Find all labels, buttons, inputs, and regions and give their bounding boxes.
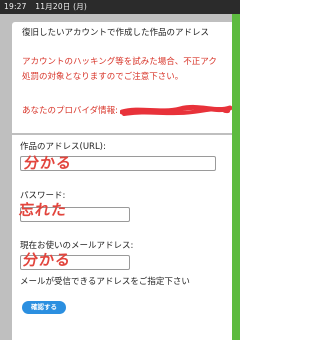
password-handwritten-value: 忘れた xyxy=(18,201,68,219)
side-accent-bar xyxy=(232,14,240,340)
password-field[interactable]: 忘れた xyxy=(18,201,130,222)
url-label: 作品のアドレス(URL): xyxy=(20,142,106,152)
warning-text-line1: アカウントのハッキング等を試みた場合、不正アク xyxy=(22,57,217,67)
provider-info-label: あなたのプロバイダ情報: xyxy=(22,106,119,116)
email-field[interactable]: 分かる xyxy=(20,251,130,270)
url-handwritten-value: 分かる xyxy=(23,154,73,172)
recovery-form: 作品のアドレス(URL): 分かる パスワード: 忘れた 現在お使いのメールアド… xyxy=(12,135,232,340)
redaction-scribble xyxy=(120,104,232,116)
status-time: 19:27 xyxy=(4,2,27,11)
instruction-text: 復旧したいアカウントで作成した作品のアドレス xyxy=(22,28,210,38)
status-bar: 19:27 11月20日 (月) xyxy=(0,0,240,14)
notice-panel: 復旧したいアカウントで作成した作品のアドレス アカウントのハッキング等を試みた場… xyxy=(12,22,232,133)
status-date: 11月20日 (月) xyxy=(35,2,88,11)
url-field[interactable]: 分かる xyxy=(20,154,216,172)
email-note: メールが受信できるアドレスをご指定下さい xyxy=(20,277,190,287)
email-handwritten-value: 分かる xyxy=(22,251,72,269)
warning-text-line2: 処罰の対象となりますのでご注意下さい。 xyxy=(22,72,184,82)
confirm-button[interactable]: 確認する xyxy=(22,301,66,314)
